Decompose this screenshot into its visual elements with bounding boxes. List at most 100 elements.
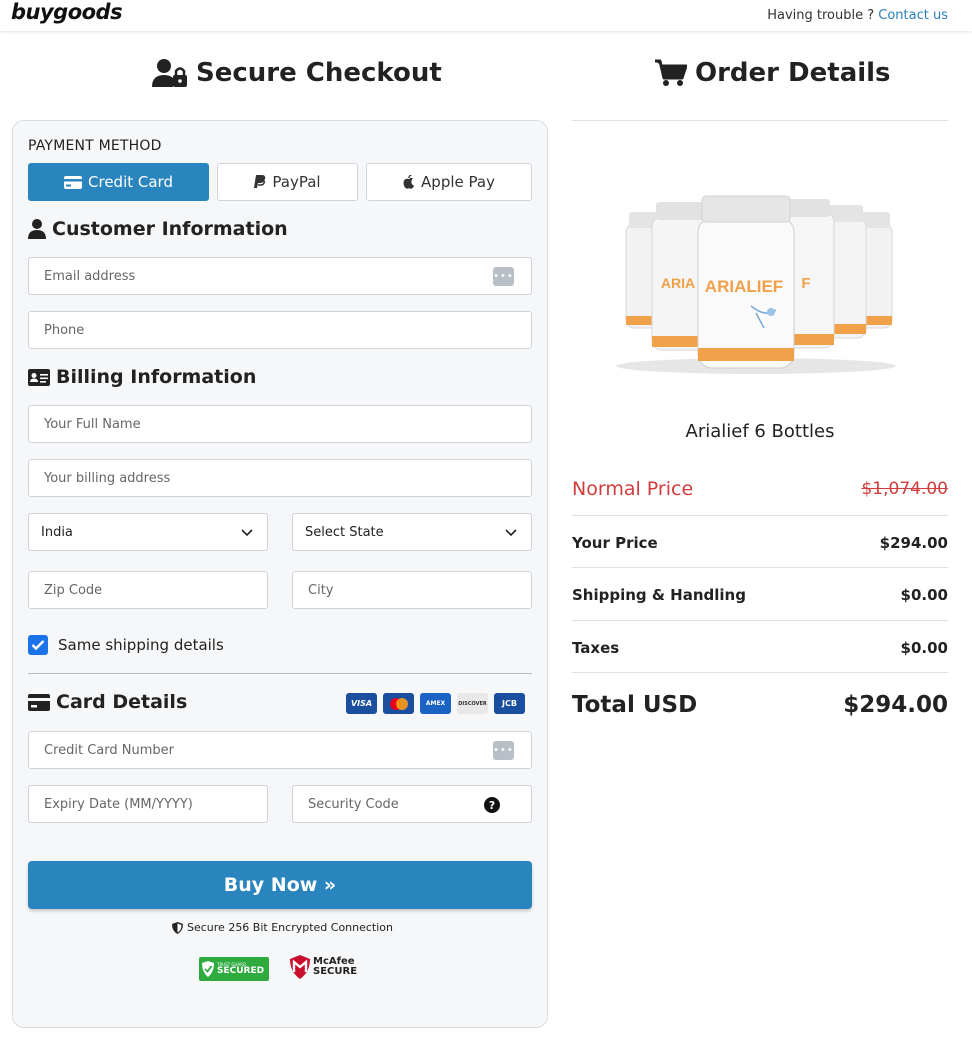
apple-pay-tab-label: Apple Pay xyxy=(421,173,495,191)
shield-icon xyxy=(172,921,183,934)
mcafee-shield-icon xyxy=(290,955,310,979)
full-name-input[interactable] xyxy=(44,416,531,432)
your-price-label: Your Price xyxy=(572,534,658,552)
city-input[interactable] xyxy=(308,582,531,598)
expiry-date-input[interactable] xyxy=(44,796,267,812)
autofill-icon[interactable]: ••• xyxy=(493,741,514,760)
svg-text:F: F xyxy=(801,275,810,292)
phone-input[interactable] xyxy=(44,322,531,338)
bottle-front: ARIALIEF xyxy=(697,195,795,369)
amex-logo-icon: AMEX xyxy=(420,693,451,714)
row-divider xyxy=(572,620,948,621)
card-number-field[interactable]: ••• xyxy=(28,731,532,769)
id-card-icon xyxy=(28,368,50,386)
shipping-row: Shipping & Handling $0.00 xyxy=(572,584,948,606)
shopping-cart-icon xyxy=(655,59,687,86)
billing-address-field[interactable] xyxy=(28,459,532,497)
paypal-tab[interactable]: PayPal xyxy=(217,163,358,201)
card-details-heading: Card Details xyxy=(28,691,187,713)
trustguard-badge: TRUST GUARD SECURED xyxy=(199,957,269,981)
order-top-divider xyxy=(572,120,948,121)
product-name: Arialief 6 Bottles xyxy=(685,421,835,442)
mastercard-logo-icon xyxy=(383,693,414,714)
mcafee-bottom-text: SECURE xyxy=(313,966,358,977)
email-input[interactable] xyxy=(44,268,531,284)
full-name-field[interactable] xyxy=(28,405,532,443)
your-price-value: $294.00 xyxy=(879,534,948,552)
total-row: Total USD $294.00 xyxy=(572,690,948,720)
same-shipping-row[interactable]: Same shipping details xyxy=(28,635,224,655)
credit-card-tab-label: Credit Card xyxy=(88,173,173,191)
checkmark-icon xyxy=(31,640,45,651)
buygoods-logo[interactable]: buygoods xyxy=(11,0,123,24)
row-divider xyxy=(572,672,948,673)
discover-logo-icon: DISCOVER xyxy=(457,693,488,714)
taxes-label: Taxes xyxy=(572,639,620,657)
trustguard-big-text: SECURED xyxy=(217,965,265,976)
visa-logo-icon: VISA xyxy=(346,693,377,714)
shipping-value: $0.00 xyxy=(900,586,948,604)
order-details-title: Order Details xyxy=(695,58,891,88)
mcafee-badge: McAfee SECURE xyxy=(290,955,357,979)
taxes-row: Taxes $0.00 xyxy=(572,637,948,659)
credit-card-icon xyxy=(28,693,50,711)
zip-code-input[interactable] xyxy=(44,582,267,598)
row-divider xyxy=(572,515,948,516)
secure-checkout-heading: Secure Checkout xyxy=(152,56,442,90)
credit-card-tab[interactable]: Credit Card xyxy=(28,163,209,201)
card-number-input[interactable] xyxy=(44,742,531,758)
total-label: Total USD xyxy=(572,692,698,718)
taxes-value: $0.00 xyxy=(900,639,948,657)
same-shipping-checkbox[interactable] xyxy=(28,635,48,655)
top-bar: buygoods Having trouble ? Contact us xyxy=(0,0,972,31)
svg-text:ARIALIEF: ARIALIEF xyxy=(705,277,783,296)
autofill-icon[interactable]: ••• xyxy=(493,267,514,286)
shipping-label: Shipping & Handling xyxy=(572,586,746,604)
same-shipping-label: Same shipping details xyxy=(58,636,224,654)
paypal-icon xyxy=(254,175,266,188)
order-details-heading: Order Details xyxy=(655,56,891,90)
contact-us-link[interactable]: Contact us xyxy=(878,8,948,23)
state-select[interactable]: Select State xyxy=(292,513,532,551)
zip-code-field[interactable] xyxy=(28,571,268,609)
email-field[interactable]: ••• xyxy=(28,257,532,295)
chevron-down-icon xyxy=(241,529,253,537)
trustguard-text: TRUST GUARD SECURED xyxy=(217,962,265,976)
billing-info-heading: Billing Information xyxy=(28,366,256,388)
svg-text:ARIA: ARIA xyxy=(661,275,695,291)
chevron-down-icon xyxy=(505,529,517,537)
trouble-label: Having trouble ? xyxy=(767,8,875,23)
country-select[interactable]: India xyxy=(28,513,268,551)
secure-connection-text: Secure 256 Bit Encrypted Connection xyxy=(187,921,394,934)
normal-price-value: $1,074.00 xyxy=(861,479,948,499)
accepted-cards: VISA AMEX DISCOVER JCB xyxy=(346,693,525,714)
apple-pay-tab[interactable]: Apple Pay xyxy=(366,163,532,201)
security-code-field[interactable]: ? xyxy=(292,785,532,823)
secure-checkout-title: Secure Checkout xyxy=(196,58,442,88)
product-image: F ARIA ARIALIEF xyxy=(616,195,896,374)
billing-address-input[interactable] xyxy=(44,470,531,486)
country-value: India xyxy=(41,524,73,540)
customer-info-heading: Customer Information xyxy=(28,218,288,240)
normal-price-label: Normal Price xyxy=(572,478,694,500)
paypal-tab-label: PayPal xyxy=(272,173,321,191)
row-divider xyxy=(572,567,948,568)
state-value: Select State xyxy=(305,524,384,540)
city-field[interactable] xyxy=(292,571,532,609)
user-icon xyxy=(28,219,46,239)
expiry-date-field[interactable] xyxy=(28,785,268,823)
jcb-logo-icon: JCB xyxy=(494,693,525,714)
help-question-icon[interactable]: ? xyxy=(484,797,500,813)
customer-info-title: Customer Information xyxy=(52,218,288,240)
mcafee-text: McAfee SECURE xyxy=(313,957,357,977)
your-price-row: Your Price $294.00 xyxy=(572,532,948,554)
secure-connection-note: Secure 256 Bit Encrypted Connection xyxy=(172,921,393,934)
buy-now-button[interactable]: Buy Now » xyxy=(28,861,532,909)
section-divider xyxy=(28,673,532,674)
total-value: $294.00 xyxy=(843,692,948,718)
card-details-title: Card Details xyxy=(56,691,188,713)
phone-field[interactable] xyxy=(28,311,532,349)
help-text: Having trouble ? Contact us xyxy=(767,8,948,23)
billing-info-title: Billing Information xyxy=(56,366,257,388)
apple-icon xyxy=(403,175,415,189)
